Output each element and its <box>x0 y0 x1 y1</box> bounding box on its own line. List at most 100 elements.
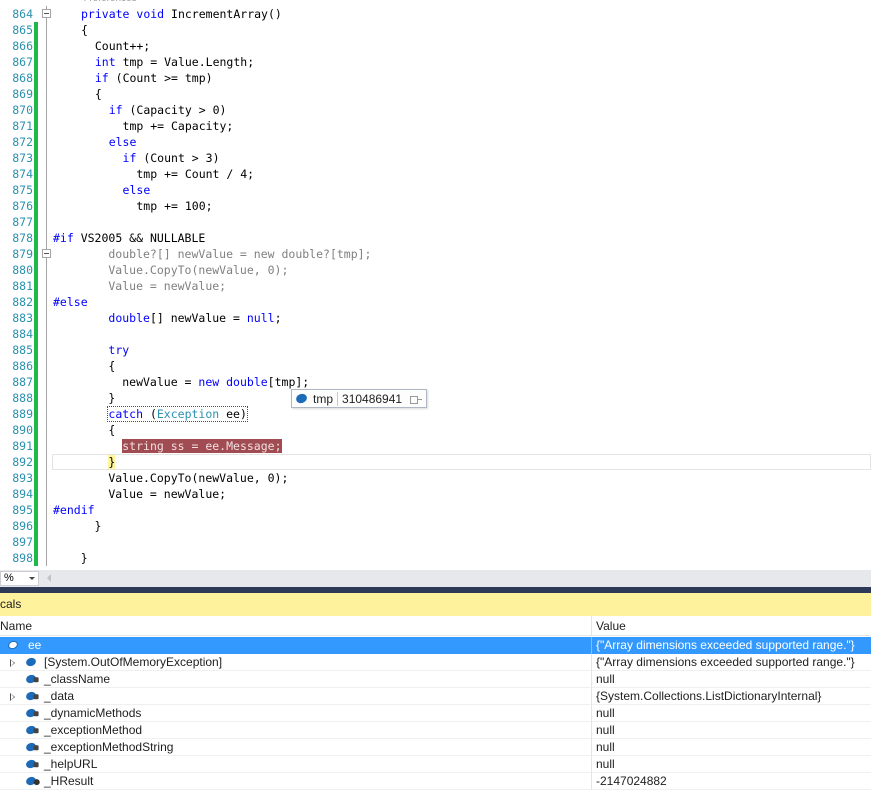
code-line[interactable]: 864 private void IncrementArray() <box>0 6 871 22</box>
code-line[interactable]: 876 tmp += 100; <box>0 198 871 214</box>
collapse-icon[interactable] <box>42 9 51 18</box>
outline-guide <box>46 134 47 150</box>
codelens-references[interactable]: 4 references <box>81 0 137 4</box>
expand-icon[interactable] <box>10 659 15 667</box>
column-header-value[interactable]: Value <box>591 616 626 636</box>
code-line[interactable]: 894 Value = newValue; <box>0 486 871 502</box>
zoom-level-dropdown[interactable]: % <box>0 571 39 586</box>
code-line[interactable]: 880 Value.CopyTo(newValue, 0); <box>0 262 871 278</box>
variable-value[interactable]: null <box>591 739 615 756</box>
code-line[interactable]: 868 if (Count >= tmp) <box>0 70 871 86</box>
code-line[interactable]: 874 tmp += Count / 4; <box>0 166 871 182</box>
code-line[interactable]: 893 Value.CopyTo(newValue, 0); <box>0 470 871 486</box>
line-number: 872 <box>12 135 33 149</box>
private-field-icon <box>24 758 38 770</box>
data-tip[interactable]: tmp 310486941 <box>291 389 428 408</box>
variable-value[interactable]: {"Array dimensions exceeded supported ra… <box>591 637 855 654</box>
code-text: Value.CopyTo(newValue, 0); <box>53 471 289 485</box>
code-line[interactable]: 872 else <box>0 134 871 150</box>
code-text: } <box>53 519 102 533</box>
line-number: 875 <box>12 183 33 197</box>
code-line[interactable]: 867 int tmp = Value.Length; <box>0 54 871 70</box>
code-text: } <box>108 455 116 469</box>
code-line[interactable]: 871 tmp += Capacity; <box>0 118 871 134</box>
code-text: tmp += 100; <box>81 199 213 213</box>
change-tracking-mark <box>34 550 38 566</box>
code-text: } <box>53 391 116 405</box>
code-line[interactable]: 877 <box>0 214 871 230</box>
locals-row[interactable]: _data {System.Collections.ListDictionaryI… <box>0 688 871 705</box>
code-line[interactable]: 883 double[] newValue = null; <box>0 310 871 326</box>
variable-value[interactable]: {System.Collections.ListDictionaryIntern… <box>591 688 821 705</box>
outline-guide <box>46 518 47 534</box>
code-line[interactable]: 869 { <box>0 86 871 102</box>
editor-status-bar: % <box>0 570 871 587</box>
variable-value[interactable]: null <box>591 722 615 739</box>
scroll-left-arrow-icon[interactable] <box>47 574 51 582</box>
change-tracking-mark <box>34 86 38 102</box>
code-line[interactable]: 891 string ss = ee.Message; <box>0 438 871 454</box>
outline-guide <box>46 38 47 54</box>
code-line[interactable]: 898 } <box>0 550 871 566</box>
line-number: 887 <box>12 375 33 389</box>
code-text: Value = newValue; <box>53 279 227 293</box>
code-editor[interactable]: 4 references 864 private void IncrementAr… <box>0 0 871 570</box>
code-line[interactable]: 887 newValue = new double[tmp]; <box>0 374 871 390</box>
locals-row[interactable]: _exceptionMethodString null <box>0 739 871 756</box>
pin-icon[interactable] <box>410 395 423 404</box>
line-number: 868 <box>12 71 33 85</box>
change-tracking-mark <box>34 438 38 454</box>
code-text: double?[] newValue = new double?[tmp]; <box>53 247 372 261</box>
locals-row[interactable]: [System.OutOfMemoryException] {"Array dim… <box>0 654 871 671</box>
change-tracking-mark <box>34 214 38 230</box>
code-line[interactable]: 897 <box>0 534 871 550</box>
locals-row[interactable]: _className null <box>0 671 871 688</box>
code-line[interactable]: 879 double?[] newValue = new double?[tmp… <box>0 246 871 262</box>
collapse-icon[interactable] <box>42 249 51 258</box>
expand-icon[interactable] <box>10 693 15 701</box>
code-line[interactable]: 886 { <box>0 358 871 374</box>
locals-row[interactable]: _HResult -2147024882 <box>0 773 871 790</box>
code-line[interactable]: 889 catch (Exception ee) <box>0 406 871 422</box>
line-number: 874 <box>12 167 33 181</box>
column-header-name[interactable]: Name <box>0 616 32 636</box>
locals-row[interactable]: _helpURL null <box>0 756 871 773</box>
code-line[interactable]: 888 } <box>0 390 871 406</box>
line-number: 893 <box>12 471 33 485</box>
locals-row[interactable]: ee {"Array dimensions exceeded supported … <box>0 637 871 654</box>
code-text: catch (Exception ee) <box>107 406 248 422</box>
outline-guide <box>46 502 47 518</box>
variable-value[interactable]: null <box>591 705 615 722</box>
code-line[interactable]: 866 Count++; <box>0 38 871 54</box>
outline-guide <box>46 406 47 422</box>
outline-guide <box>46 438 47 454</box>
data-tip-value[interactable]: 310486941 <box>338 392 402 406</box>
code-line[interactable]: 881 Value = newValue; <box>0 278 871 294</box>
code-line[interactable]: 884 <box>0 326 871 342</box>
outline-guide <box>46 534 47 550</box>
outline-guide <box>46 374 47 390</box>
code-line[interactable]: 896 } <box>0 518 871 534</box>
line-number: 865 <box>12 23 33 37</box>
code-line[interactable]: 878 #if VS2005 && NULLABLE <box>0 230 871 246</box>
code-line[interactable]: 895 #endif <box>0 502 871 518</box>
code-text: tmp += Count / 4; <box>81 167 255 181</box>
locals-row[interactable]: _dynamicMethods null <box>0 705 871 722</box>
locals-row[interactable]: _exceptionMethod null <box>0 722 871 739</box>
code-line[interactable]: 892 } <box>0 454 871 470</box>
variable-value[interactable]: {"Array dimensions exceeded supported ra… <box>591 654 855 671</box>
code-line[interactable]: 865 { <box>0 22 871 38</box>
change-tracking-mark <box>34 262 38 278</box>
code-line[interactable]: 890 { <box>0 422 871 438</box>
code-line[interactable]: 875 else <box>0 182 871 198</box>
code-line[interactable]: 885 try <box>0 342 871 358</box>
code-line[interactable]: 870 if (Capacity > 0) <box>0 102 871 118</box>
code-text: else <box>122 183 151 197</box>
code-line[interactable]: 882 #else <box>0 294 871 310</box>
variable-value[interactable]: null <box>591 756 615 773</box>
variable-value[interactable]: null <box>591 671 615 688</box>
code-line[interactable]: 873 if (Count > 3) <box>0 150 871 166</box>
variable-name: [System.OutOfMemoryException] <box>44 655 223 669</box>
change-tracking-mark <box>34 534 38 550</box>
variable-value[interactable]: -2147024882 <box>591 773 667 790</box>
